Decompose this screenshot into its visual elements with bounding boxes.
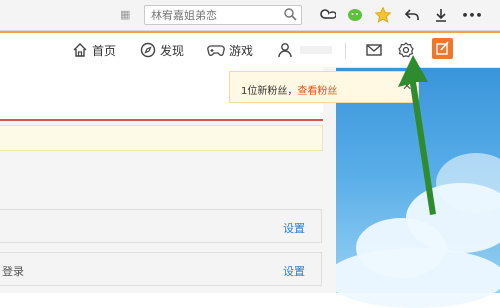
search-input[interactable] xyxy=(151,7,279,23)
login-settings-link[interactable]: 设置 xyxy=(283,263,305,279)
popup-message: 1位新粉丝， xyxy=(241,86,298,97)
view-followers-link[interactable]: 查看粉丝 xyxy=(297,86,337,97)
user-name-redacted xyxy=(300,46,332,54)
settings-link[interactable]: 设置 xyxy=(283,220,305,236)
browser-search-box[interactable]: ▦ xyxy=(120,5,302,25)
mail-icon xyxy=(366,44,382,56)
home-icon xyxy=(73,43,87,57)
nav-games[interactable]: 游戏 xyxy=(207,41,253,59)
compass-icon xyxy=(140,42,156,58)
nav-home-label: 首页 xyxy=(92,43,117,58)
star-icon[interactable] xyxy=(373,5,393,25)
login-settings-row: 登录 设置 xyxy=(0,252,322,286)
green-arrow-annotation xyxy=(398,55,436,215)
notice-strip xyxy=(0,125,323,151)
nav-discover-label: 发现 xyxy=(160,43,185,58)
weather-icon[interactable] xyxy=(317,5,337,25)
new-follower-popup: 1位新粉丝，查看粉丝 ✕ xyxy=(229,71,419,103)
login-row-label: 登录 xyxy=(2,265,24,278)
settings-row: 设置 xyxy=(0,209,322,243)
download-icon[interactable] xyxy=(431,5,451,25)
gamepad-icon xyxy=(207,45,225,56)
nav-discover[interactable]: 发现 xyxy=(140,41,184,59)
user-icon xyxy=(278,43,292,58)
search-icon[interactable] xyxy=(283,7,297,21)
browser-toolbar: ▦ ••• xyxy=(0,0,500,31)
more-icon[interactable]: ••• xyxy=(460,5,484,25)
back-icon[interactable] xyxy=(402,5,422,25)
nav-divider xyxy=(345,43,346,59)
mail-button[interactable] xyxy=(366,41,386,59)
qr-code-icon[interactable]: ▦ xyxy=(120,8,130,21)
wechat-icon[interactable] xyxy=(345,5,365,25)
nav-user[interactable] xyxy=(277,41,332,59)
nav-games-label: 游戏 xyxy=(229,43,254,58)
nav-home[interactable]: 首页 xyxy=(72,41,116,59)
popup-text: 1位新粉丝，查看粉丝 xyxy=(241,82,337,97)
